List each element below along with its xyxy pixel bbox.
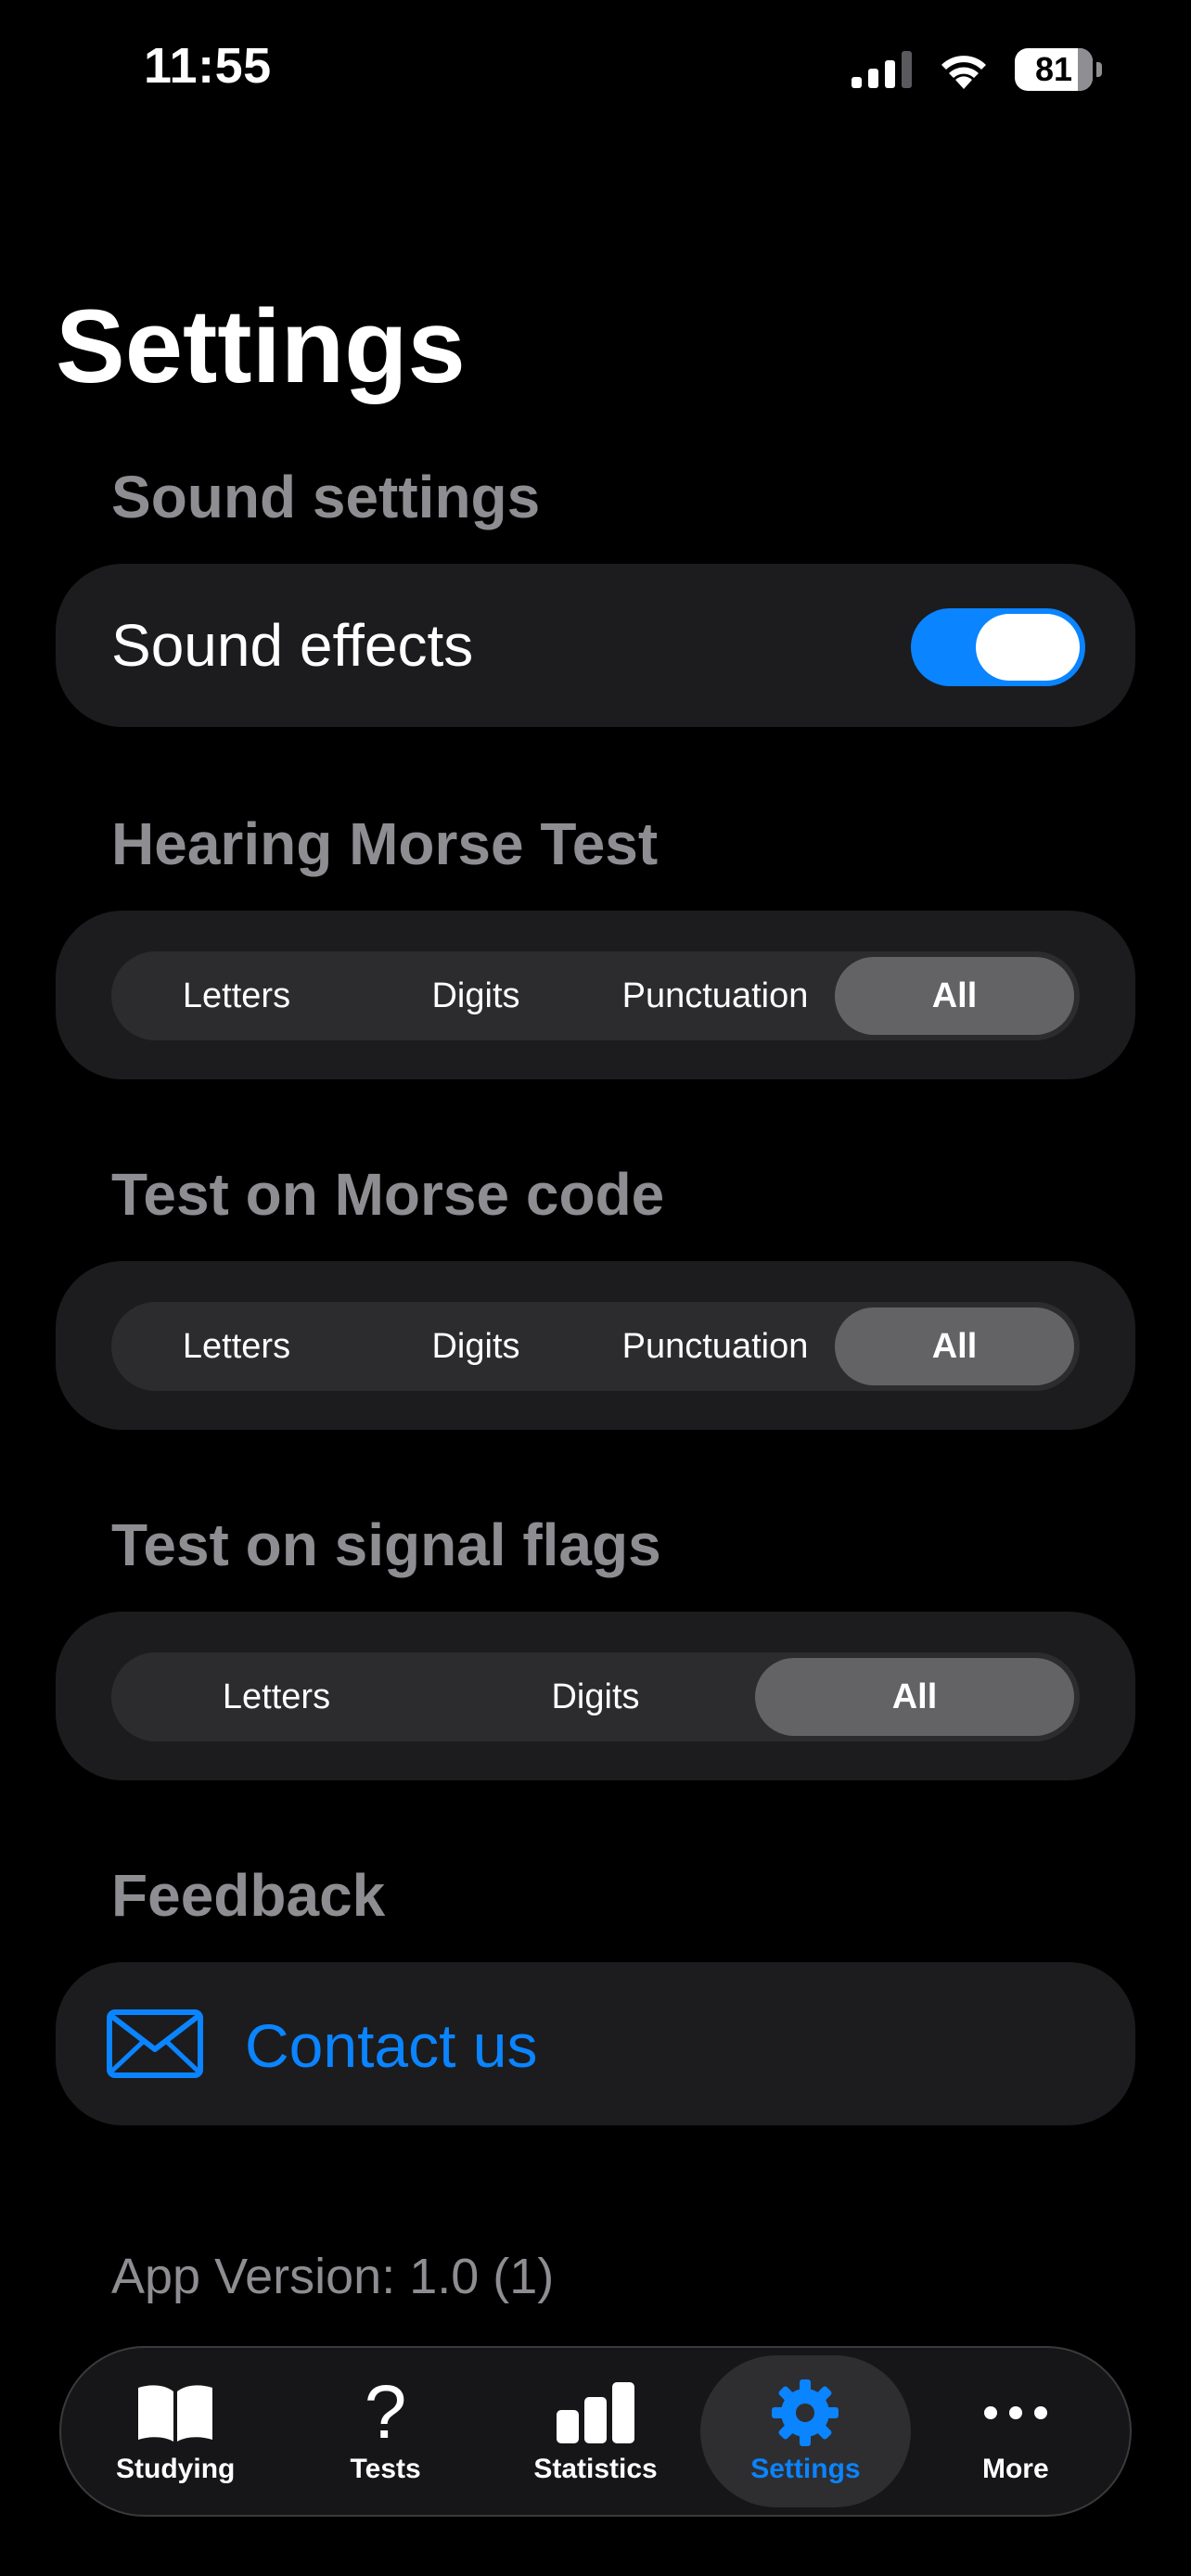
segment-letters[interactable]: Letters xyxy=(117,957,356,1035)
status-time: 11:55 xyxy=(144,38,272,94)
question-mark-icon: ? xyxy=(364,2370,407,2455)
segment-punctuation[interactable]: Punctuation xyxy=(596,1307,835,1385)
envelope-icon xyxy=(107,2009,203,2078)
sound-effects-toggle[interactable] xyxy=(911,608,1085,686)
battery-cap xyxy=(1096,62,1102,77)
segment-all[interactable]: All xyxy=(835,957,1074,1035)
tab-label-tests: Tests xyxy=(350,2454,421,2484)
test-on-morse-code-header: Test on Morse code xyxy=(111,1161,665,1228)
test-on-signal-flags-segmented-control: Letters Digits All xyxy=(111,1652,1080,1741)
tab-label-settings: Settings xyxy=(750,2454,861,2484)
segment-all[interactable]: All xyxy=(835,1307,1074,1385)
status-icons: 81 xyxy=(852,43,1102,96)
tab-bar: Studying ? Tests Statistics Settings Mor… xyxy=(59,2346,1132,2517)
contact-us-row[interactable]: Contact us xyxy=(56,1962,1135,2125)
contact-us-label[interactable]: Contact us xyxy=(245,2010,538,2081)
hearing-morse-test-header: Hearing Morse Test xyxy=(111,810,659,877)
segment-letters[interactable]: Letters xyxy=(117,1658,436,1736)
battery-level: 81 xyxy=(1034,50,1073,88)
bar-chart-icon xyxy=(555,2378,636,2448)
test-on-morse-code-segmented-control: Letters Digits Punctuation All xyxy=(111,1302,1080,1391)
tab-studying[interactable]: Studying xyxy=(70,2355,280,2507)
sound-settings-header: Sound settings xyxy=(111,464,541,530)
battery-body: 81 xyxy=(1015,48,1093,91)
segment-digits[interactable]: Digits xyxy=(436,1658,755,1736)
segment-all[interactable]: All xyxy=(755,1658,1074,1736)
wifi-icon xyxy=(941,56,986,89)
gear-icon xyxy=(771,2378,839,2448)
segment-digits[interactable]: Digits xyxy=(356,1307,596,1385)
test-on-morse-code-card: Letters Digits Punctuation All xyxy=(56,1261,1135,1430)
tab-more[interactable]: More xyxy=(911,2355,1121,2507)
cellular-signal-icon xyxy=(852,51,912,88)
feedback-header: Feedback xyxy=(111,1862,386,1929)
sound-settings-card: Sound effects xyxy=(56,564,1135,727)
segment-punctuation[interactable]: Punctuation xyxy=(596,957,835,1035)
book-icon xyxy=(136,2378,214,2448)
tab-statistics[interactable]: Statistics xyxy=(491,2355,700,2507)
segment-letters[interactable]: Letters xyxy=(117,1307,356,1385)
sound-effects-label: Sound effects xyxy=(111,612,474,679)
test-on-signal-flags-card: Letters Digits All xyxy=(56,1612,1135,1780)
page-title: Settings xyxy=(56,288,466,404)
tab-label-statistics: Statistics xyxy=(533,2454,658,2484)
status-bar: 11:55 81 xyxy=(0,0,1191,139)
toggle-knob xyxy=(976,614,1080,681)
app-version: App Version: 1.0 (1) xyxy=(111,2249,555,2304)
ellipsis-icon xyxy=(983,2378,1048,2448)
segment-digits[interactable]: Digits xyxy=(356,957,596,1035)
test-on-signal-flags-header: Test on signal flags xyxy=(111,1511,661,1578)
hearing-morse-test-card: Letters Digits Punctuation All xyxy=(56,911,1135,1079)
battery-empty-portion xyxy=(1078,48,1093,91)
tab-label-more: More xyxy=(981,2454,1049,2484)
tab-label-studying: Studying xyxy=(116,2454,236,2484)
tab-settings[interactable]: Settings xyxy=(700,2355,911,2507)
hearing-morse-test-segmented-control: Letters Digits Punctuation All xyxy=(111,951,1080,1040)
battery-indicator: 81 xyxy=(1015,48,1102,91)
tab-tests[interactable]: ? Tests xyxy=(280,2355,490,2507)
